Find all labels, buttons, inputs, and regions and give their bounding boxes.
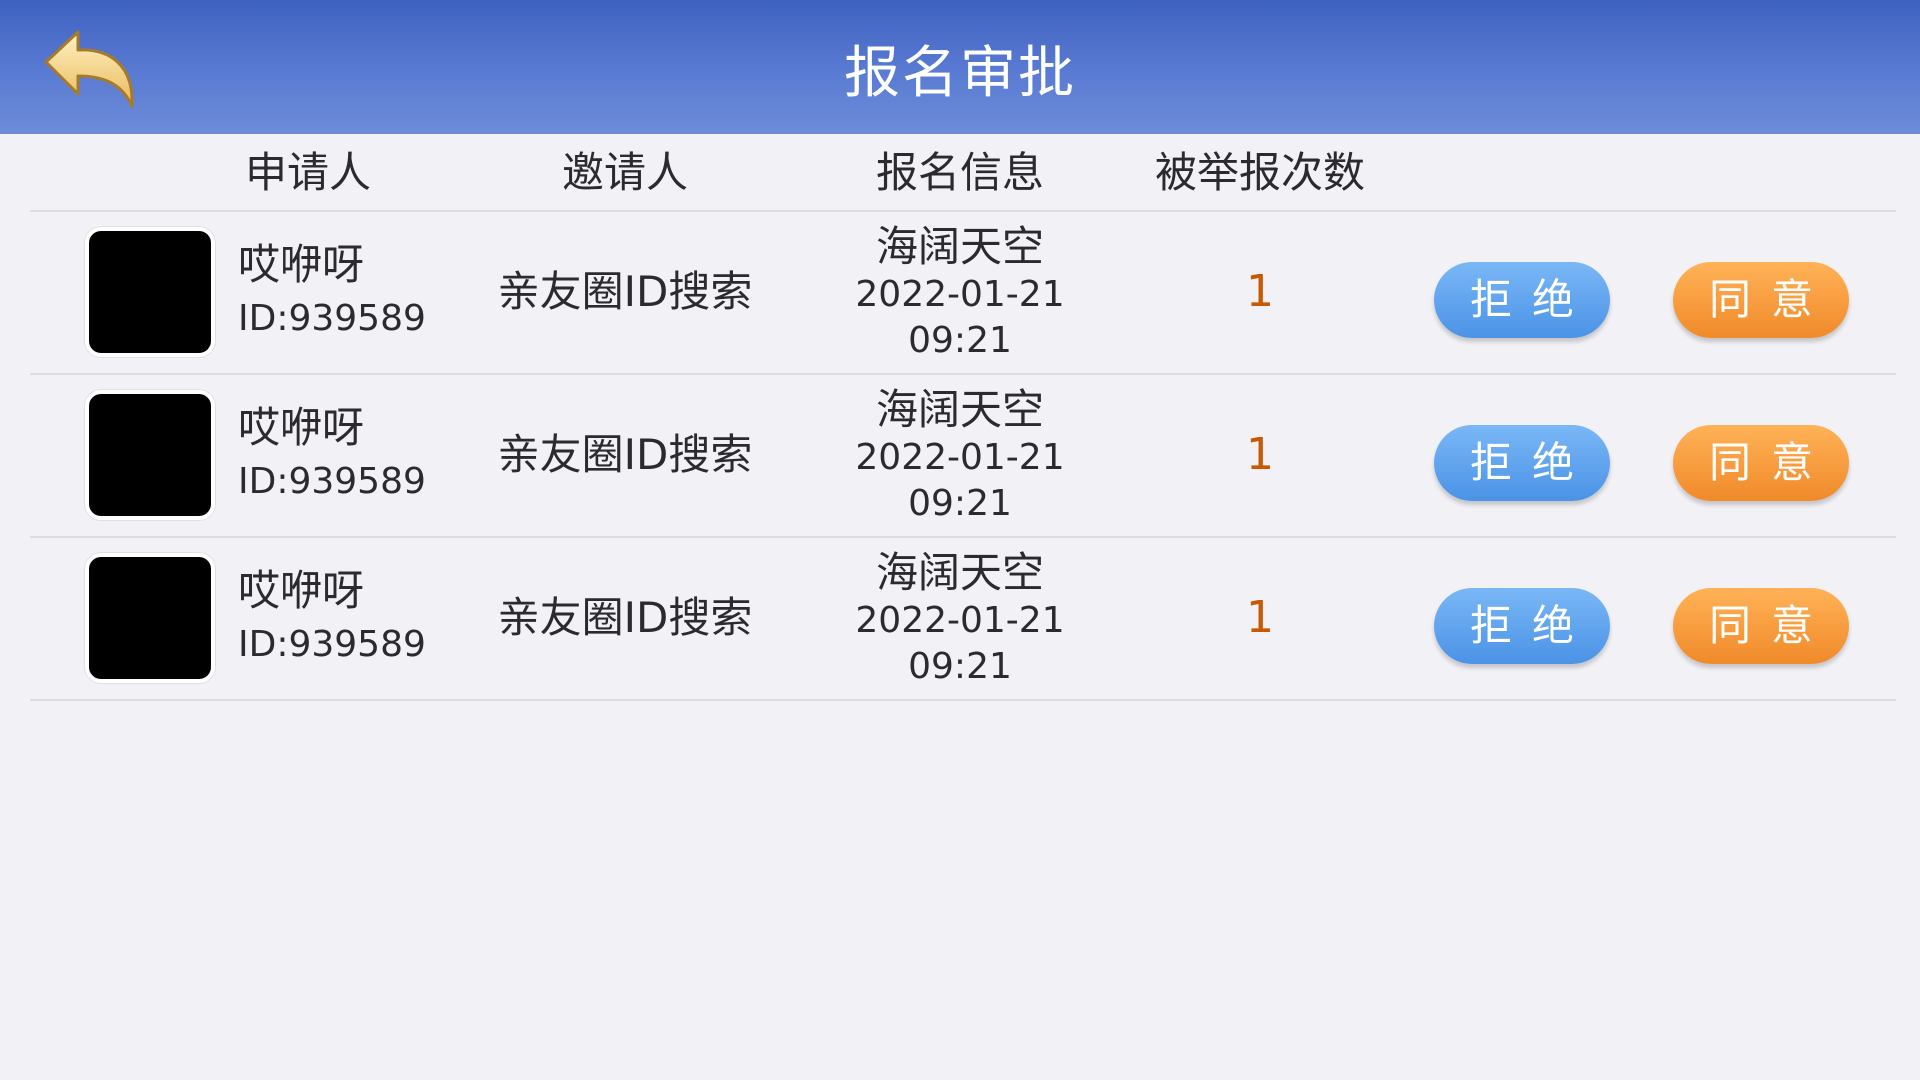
column-applicant: 申请人 xyxy=(244,148,371,197)
header-bar: 报名审批 xyxy=(0,0,1920,134)
signup-info-time: 09:21 xyxy=(908,646,1012,687)
reject-button[interactable]: 拒绝 xyxy=(1434,262,1610,338)
reject-button[interactable]: 拒绝 xyxy=(1434,425,1610,501)
signup-info: 海阔天空 2022-01-21 09:21 xyxy=(820,548,1100,690)
table-row: 哎咿呀 ID:939589 亲友圈ID搜索 海阔天空 2022-01-21 09… xyxy=(0,538,1920,700)
signup-info: 海阔天空 2022-01-21 09:21 xyxy=(820,385,1100,527)
reject-button[interactable]: 拒绝 xyxy=(1434,588,1610,664)
report-count: 1 xyxy=(1246,429,1274,480)
applicant-id: ID:939589 xyxy=(238,624,426,665)
avatar xyxy=(85,227,215,357)
signup-info-title: 海阔天空 xyxy=(875,548,1044,597)
applicant-id: ID:939589 xyxy=(238,298,426,339)
page-title: 报名审批 xyxy=(844,41,1076,106)
report-count: 1 xyxy=(1246,266,1274,317)
signup-info-title: 海阔天空 xyxy=(875,222,1044,271)
signup-info-date: 2022-01-21 xyxy=(855,274,1065,315)
column-report-count: 被举报次数 xyxy=(1154,148,1365,197)
divider xyxy=(30,699,1896,701)
inviter-text: 亲友圈ID搜索 xyxy=(497,430,753,479)
agree-button[interactable]: 同意 xyxy=(1673,425,1849,501)
signup-info-title: 海阔天空 xyxy=(875,385,1044,434)
applicant-name: 哎咿呀 xyxy=(238,240,365,289)
column-header-row: 申请人 邀请人 报名信息 被举报次数 xyxy=(0,134,1920,210)
column-signup-info: 报名信息 xyxy=(875,148,1044,197)
signup-info: 海阔天空 2022-01-21 09:21 xyxy=(820,222,1100,364)
signup-info-date: 2022-01-21 xyxy=(855,600,1065,641)
report-count: 1 xyxy=(1246,592,1274,643)
inviter-text: 亲友圈ID搜索 xyxy=(497,267,753,316)
table-row: 哎咿呀 ID:939589 亲友圈ID搜索 海阔天空 2022-01-21 09… xyxy=(0,212,1920,374)
applicant-name: 哎咿呀 xyxy=(238,566,365,615)
signup-info-date: 2022-01-21 xyxy=(855,437,1065,478)
applicant-id: ID:939589 xyxy=(238,461,426,502)
avatar xyxy=(85,553,215,683)
agree-button[interactable]: 同意 xyxy=(1673,588,1849,664)
inviter-text: 亲友圈ID搜索 xyxy=(497,593,753,642)
agree-button[interactable]: 同意 xyxy=(1673,262,1849,338)
signup-info-time: 09:21 xyxy=(908,320,1012,361)
signup-info-time: 09:21 xyxy=(908,483,1012,524)
table-row: 哎咿呀 ID:939589 亲友圈ID搜索 海阔天空 2022-01-21 09… xyxy=(0,375,1920,537)
column-inviter: 邀请人 xyxy=(561,148,688,197)
applicant-name: 哎咿呀 xyxy=(238,403,365,452)
avatar xyxy=(85,390,215,520)
